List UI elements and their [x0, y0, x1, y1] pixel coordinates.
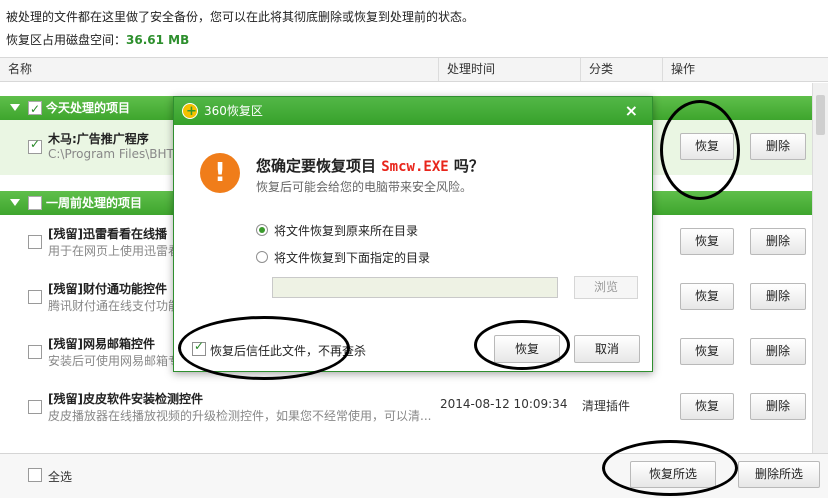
row-checkbox[interactable] — [28, 400, 42, 414]
vertical-scrollbar[interactable] — [812, 83, 828, 453]
restore-button[interactable]: 恢复 — [680, 393, 734, 420]
item-name: [残留]迅雷看看在线播 — [48, 227, 167, 241]
select-all-checkbox[interactable] — [28, 468, 42, 482]
group-week-checkbox[interactable] — [28, 196, 42, 210]
restore-button[interactable]: 恢复 — [680, 228, 734, 255]
column-category[interactable]: 分类 — [580, 58, 662, 81]
dialog-warning-text: 恢复后可能会给您的电脑带来安全风险。 — [256, 180, 473, 194]
info-panel: 被处理的文件都在这里做了安全备份，您可以在此将其彻底删除或恢复到处理前的状态。 … — [6, 8, 816, 49]
restore-button[interactable]: 恢复 — [680, 338, 734, 365]
group-title: 一周前处理的项目 — [46, 196, 143, 210]
group-today-checkbox[interactable] — [28, 97, 42, 121]
collapse-icon[interactable] — [10, 104, 20, 111]
restore-filename: Smcw.EXE — [381, 159, 449, 175]
select-all-label[interactable]: 全选 — [48, 468, 72, 485]
info-text: 被处理的文件都在这里做了安全备份，您可以在此将其彻底删除或恢复到处理前的状态。 — [6, 10, 475, 24]
delete-selected-button[interactable]: 删除所选 — [738, 461, 820, 488]
item-name: [残留]皮皮软件安装检测控件 — [48, 392, 203, 406]
delete-button[interactable]: 删除 — [750, 228, 806, 255]
trust-checkbox[interactable] — [192, 339, 206, 356]
restore-original-radio[interactable] — [256, 224, 268, 236]
restore-custom-radio[interactable] — [256, 251, 268, 263]
row-checkbox[interactable] — [28, 137, 42, 154]
restore-path-field[interactable] — [272, 277, 558, 298]
item-name: [残留]财付通功能控件 — [48, 282, 167, 296]
trust-label[interactable]: 恢复后信任此文件，不再查杀 — [210, 342, 366, 359]
delete-button[interactable]: 删除 — [750, 133, 806, 160]
collapse-icon[interactable] — [10, 199, 20, 206]
item-time: 2014-08-12 10:09:34 — [440, 397, 568, 411]
column-action[interactable]: 操作 — [662, 58, 828, 81]
item-description: 皮皮播放器在线播放视频的升级检测控件，如果您不经常使用，可以清... — [48, 409, 432, 423]
disk-usage-label: 恢复区占用磁盘空间： — [6, 33, 127, 47]
scrollbar-thumb[interactable] — [816, 95, 825, 135]
item-name: 木马:广告推广程序 — [48, 132, 149, 146]
restore-button[interactable]: 恢复 — [680, 283, 734, 310]
close-icon[interactable]: × — [625, 97, 638, 125]
disk-usage-value: 36.61 MB — [126, 33, 190, 47]
restore-dialog: 360恢复区 × ! 您确定要恢复项目 Smcw.EXE 吗？ 恢复后可能会给您… — [173, 96, 653, 372]
360-logo-icon — [182, 98, 198, 126]
question-prefix: 您确定要恢复项目 — [256, 157, 377, 175]
restore-original-label[interactable]: 将文件恢复到原来所在目录 — [274, 222, 418, 239]
column-header: 名称 处理时间 分类 操作 — [0, 57, 828, 82]
warning-icon: ! — [200, 153, 240, 193]
dialog-question: 您确定要恢复项目 Smcw.EXE 吗？ — [256, 155, 484, 176]
restore-button[interactable]: 恢复 — [680, 133, 734, 160]
table-row[interactable]: [残留]皮皮软件安装检测控件 皮皮播放器在线播放视频的升级检测控件，如果您不经常… — [0, 380, 812, 435]
delete-button[interactable]: 删除 — [750, 338, 806, 365]
item-category: 清理插件 — [582, 399, 631, 413]
restore-selected-button[interactable]: 恢复所选 — [630, 461, 716, 488]
browse-button[interactable]: 浏览 — [574, 276, 638, 299]
column-name[interactable]: 名称 — [0, 58, 438, 81]
dialog-title: 360恢复区 — [204, 104, 263, 118]
row-checkbox[interactable] — [28, 235, 42, 249]
question-suffix: 吗？ — [453, 157, 484, 175]
item-name: [残留]网易邮箱控件 — [48, 337, 155, 351]
group-title: 今天处理的项目 — [46, 101, 131, 115]
delete-button[interactable]: 删除 — [750, 283, 806, 310]
delete-button[interactable]: 删除 — [750, 393, 806, 420]
dialog-titlebar: 360恢复区 × — [174, 97, 652, 126]
disk-usage: 恢复区占用磁盘空间：36.61 MB — [6, 31, 816, 49]
column-time[interactable]: 处理时间 — [438, 58, 580, 81]
cancel-button[interactable]: 取消 — [574, 335, 640, 363]
row-checkbox[interactable] — [28, 345, 42, 359]
restore-custom-label[interactable]: 将文件恢复到下面指定的目录 — [274, 249, 430, 266]
confirm-restore-button[interactable]: 恢复 — [494, 335, 560, 363]
row-checkbox[interactable] — [28, 290, 42, 304]
footer-bar: 全选 恢复所选 删除所选 — [0, 453, 828, 498]
